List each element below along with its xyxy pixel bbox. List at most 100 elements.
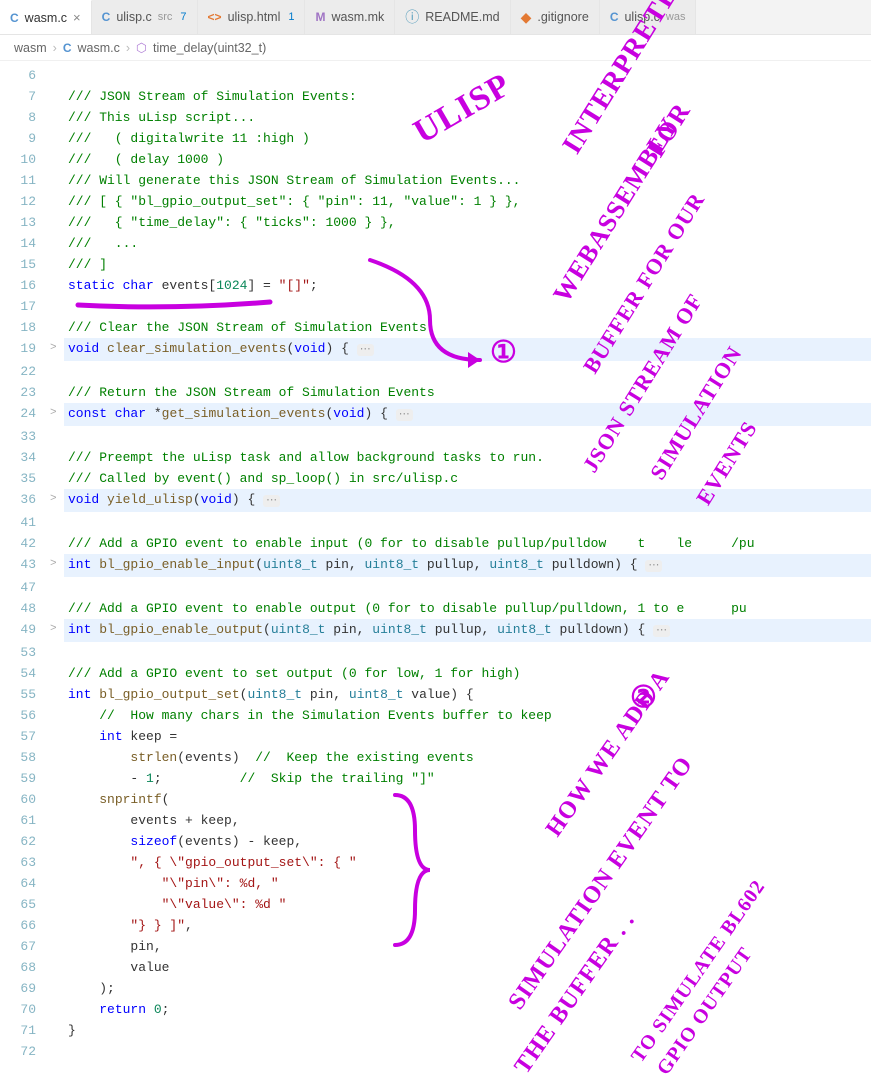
fold-toggle [50,663,64,684]
code-line[interactable]: "} } ]", [64,915,871,936]
fold-toggle [50,957,64,978]
code-line[interactable] [64,642,871,663]
code-line[interactable]: } [64,1020,871,1041]
code-line[interactable]: "\"value\": %d " [64,894,871,915]
html-file-icon: <> [208,10,222,24]
code-line[interactable]: /// JSON Stream of Simulation Events: [64,86,871,107]
fold-toggle [50,275,64,296]
code-line[interactable]: /// Preempt the uLisp task and allow bac… [64,447,871,468]
tab-ulisp-html[interactable]: <> ulisp.html 1 [198,0,306,34]
line-number: 8 [0,107,50,128]
code-line[interactable]: // How many chars in the Simulation Even… [64,705,871,726]
line-number: 61 [0,810,50,831]
close-icon[interactable]: × [73,10,81,25]
code-line[interactable]: sizeof(events) - keep, [64,831,871,852]
code-line[interactable]: ", { \"gpio_output_set\": { " [64,852,871,873]
fold-toggle [50,789,64,810]
line-number: 33 [0,426,50,447]
line-number: 58 [0,747,50,768]
code-line[interactable]: /// [ { "bl_gpio_output_set": { "pin": 1… [64,191,871,212]
line-number: 62 [0,831,50,852]
tab-gitignore[interactable]: ◆ .gitignore [511,0,600,34]
line-number: 72 [0,1041,50,1062]
fold-toggle [50,747,64,768]
code-line[interactable]: return 0; [64,999,871,1020]
fold-toggle[interactable]: > [50,403,64,426]
code-line[interactable]: static char events[1024] = "[]"; [64,275,871,296]
fold-toggle[interactable]: > [50,554,64,577]
tab-ulisp-c-was[interactable]: C ulisp.c was [600,0,697,34]
fold-toggle[interactable]: > [50,338,64,361]
code-line[interactable] [64,577,871,598]
tab-wasm-mk[interactable]: M wasm.mk [305,0,395,34]
code-line[interactable]: /// { "time_delay": { "ticks": 1000 } }, [64,212,871,233]
tab-label: wasm.c [25,11,67,25]
fold-toggle [50,1020,64,1041]
c-file-icon: C [102,10,111,24]
code-line[interactable]: void clear_simulation_events(void) { ⋯ [64,338,871,361]
tab-sublabel: was [666,11,686,23]
fold-toggle [50,361,64,382]
fold-toggle [50,831,64,852]
code-line[interactable]: /// ( delay 1000 ) [64,149,871,170]
code-line[interactable]: int bl_gpio_enable_input(uint8_t pin, ui… [64,554,871,577]
code-line[interactable]: snprintf( [64,789,871,810]
code-line[interactable]: value [64,957,871,978]
fold-toggle[interactable]: > [50,619,64,642]
code-line[interactable]: int keep = [64,726,871,747]
code-line[interactable]: events + keep, [64,810,871,831]
line-number: 41 [0,512,50,533]
code-line[interactable] [64,426,871,447]
function-icon: ⬡ [136,40,147,55]
code-line[interactable]: int bl_gpio_output_set(uint8_t pin, uint… [64,684,871,705]
breadcrumb-file[interactable]: wasm.c [78,41,120,55]
line-number: 66 [0,915,50,936]
code-line[interactable]: /// Will generate this JSON Stream of Si… [64,170,871,191]
fold-toggle [50,128,64,149]
tab-wasm-c[interactable]: C wasm.c × [0,0,92,34]
code-line[interactable]: /// ( digitalwrite 11 :high ) [64,128,871,149]
code-line[interactable]: int bl_gpio_enable_output(uint8_t pin, u… [64,619,871,642]
fold-toggle [50,254,64,275]
code-line[interactable]: /// ] [64,254,871,275]
code-editor[interactable]: 67/// JSON Stream of Simulation Events:8… [0,61,871,1062]
fold-toggle[interactable]: > [50,489,64,512]
line-number: 64 [0,873,50,894]
code-line[interactable] [64,361,871,382]
code-line[interactable]: void yield_ulisp(void) { ⋯ [64,489,871,512]
code-line[interactable]: /// Clear the JSON Stream of Simulation … [64,317,871,338]
breadcrumb-folder[interactable]: wasm [14,41,47,55]
code-line[interactable] [64,65,871,86]
line-number: 10 [0,149,50,170]
breadcrumb-symbol[interactable]: time_delay(uint32_t) [153,41,266,55]
fold-toggle [50,191,64,212]
code-line[interactable]: ); [64,978,871,999]
fold-toggle [50,873,64,894]
code-line[interactable] [64,296,871,317]
code-line[interactable]: strlen(events) // Keep the existing even… [64,747,871,768]
tab-readme-md[interactable]: ⓘ README.md [395,0,510,34]
code-line[interactable]: pin, [64,936,871,957]
code-line[interactable]: /// Return the JSON Stream of Simulation… [64,382,871,403]
tab-ulisp-c-src[interactable]: C ulisp.c src 7 [92,0,198,34]
fold-toggle [50,598,64,619]
code-line[interactable]: /// Add a GPIO event to set output (0 fo… [64,663,871,684]
code-line[interactable]: - 1; // Skip the trailing "]" [64,768,871,789]
code-line[interactable]: /// Called by event() and sp_loop() in s… [64,468,871,489]
line-number: 11 [0,170,50,191]
code-line[interactable]: /// ... [64,233,871,254]
code-line[interactable]: /// Add a GPIO event to enable input (0 … [64,533,871,554]
code-line[interactable]: /// This uLisp script... [64,107,871,128]
code-line[interactable]: "\"pin\": %d, " [64,873,871,894]
line-number: 54 [0,663,50,684]
code-line[interactable] [64,1041,871,1062]
line-number: 18 [0,317,50,338]
fold-toggle [50,468,64,489]
line-number: 68 [0,957,50,978]
line-number: 19 [0,338,50,361]
code-line[interactable]: /// Add a GPIO event to enable output (0… [64,598,871,619]
line-number: 23 [0,382,50,403]
code-line[interactable] [64,512,871,533]
code-line[interactable]: const char *get_simulation_events(void) … [64,403,871,426]
line-number: 53 [0,642,50,663]
